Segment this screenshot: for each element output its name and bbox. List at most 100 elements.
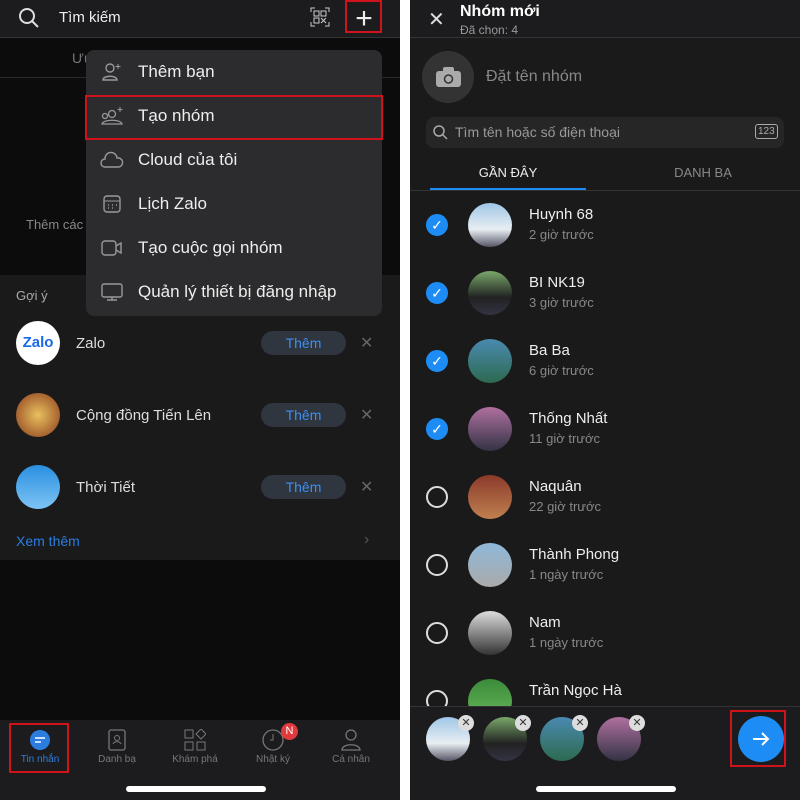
- section-title: Gợi ý: [16, 288, 48, 303]
- nav-discover[interactable]: Khám phá: [155, 726, 235, 765]
- avatar: [468, 203, 512, 247]
- contact-row[interactable]: Thành Phong 1 ngày trước: [410, 531, 800, 599]
- notification-badge: N: [281, 723, 298, 740]
- contact-row[interactable]: ✓ Thống Nhất 11 giờ trước: [410, 395, 800, 463]
- remove-icon[interactable]: ✕: [515, 715, 531, 731]
- nav-profile[interactable]: Cá nhân: [311, 726, 391, 765]
- suggestion-name: Zalo: [76, 334, 106, 352]
- avatar: [468, 339, 512, 383]
- suggestions-section: Gợi ý Zalo Zalo Thêm ✕ Cộng đồng Tiến Lê…: [0, 275, 400, 560]
- menu-item-cloud[interactable]: Cloud của tôi: [86, 138, 382, 182]
- contact-name: Nam: [529, 614, 561, 631]
- add-button[interactable]: Thêm: [261, 331, 346, 355]
- suggestion-item[interactable]: Zalo Zalo Thêm ✕: [0, 313, 400, 373]
- avatar: [468, 679, 512, 706]
- add-friend-icon: [86, 62, 138, 82]
- discover-icon: [184, 729, 206, 751]
- close-icon[interactable]: ✕: [428, 7, 445, 32]
- search-icon[interactable]: [18, 7, 40, 29]
- menu-item-add-friend[interactable]: Thêm bạn: [86, 50, 382, 94]
- highlight-box: [9, 723, 69, 773]
- suggestion-item[interactable]: Cộng đồng Tiến Lên Thêm ✕: [0, 385, 400, 445]
- checkbox[interactable]: [426, 690, 448, 706]
- suggestion-item[interactable]: Thời Tiết Thêm ✕: [0, 457, 400, 517]
- remove-icon[interactable]: ✕: [572, 715, 588, 731]
- add-menu: Thêm bạn Tạo nhóm Cloud của tôi Lịch Zal…: [86, 50, 382, 316]
- menu-item-calendar[interactable]: Lịch Zalo: [86, 182, 382, 226]
- selected-count: Đã chọn: 4: [460, 23, 519, 37]
- group-photo-button[interactable]: [422, 51, 474, 103]
- search-input[interactable]: Tìm tên hoặc số điện thoại 123: [426, 117, 784, 148]
- close-icon[interactable]: ✕: [360, 405, 373, 425]
- checkbox[interactable]: ✓: [426, 350, 448, 372]
- checkbox[interactable]: ✓: [426, 282, 448, 304]
- menu-label: Quản lý thiết bị đăng nhập: [138, 282, 337, 301]
- new-group-screen: ✕ Nhóm mới Đã chọn: 4 Đặt tên nhóm Tìm t…: [410, 0, 800, 800]
- contact-row[interactable]: ✓ Huynh 68 2 giờ trước: [410, 191, 800, 259]
- contact-name: BI NK19: [529, 274, 585, 291]
- avatar: [468, 407, 512, 451]
- group-name-input[interactable]: Đặt tên nhóm: [486, 68, 582, 86]
- avatar: [468, 271, 512, 315]
- keypad-toggle[interactable]: 123: [755, 124, 778, 139]
- top-bar: ✕ Nhóm mới Đã chọn: 4: [410, 0, 800, 38]
- close-icon[interactable]: ✕: [360, 333, 373, 353]
- nav-label: Nhật ký: [256, 754, 290, 765]
- contact-time: 6 giờ trước: [529, 363, 594, 378]
- home-indicator: [536, 786, 676, 792]
- add-button[interactable]: Thêm: [261, 475, 346, 499]
- menu-item-group-call[interactable]: Tạo cuộc gọi nhóm: [86, 226, 382, 270]
- checkbox[interactable]: [426, 622, 448, 644]
- contact-row[interactable]: ✓ Ba Ba 6 giờ trước: [410, 327, 800, 395]
- highlight-box: [85, 95, 383, 140]
- contact-row[interactable]: Naquân 22 giờ trước: [410, 463, 800, 531]
- highlight-box: [345, 0, 382, 33]
- tab-contacts[interactable]: DANH BẠ: [625, 165, 781, 180]
- active-tab-indicator: [430, 188, 586, 190]
- remove-icon[interactable]: ✕: [629, 715, 645, 731]
- camera-icon: [436, 67, 461, 87]
- video-call-icon: [86, 239, 138, 257]
- cloud-icon: [86, 151, 138, 169]
- contact-time: 1 ngày trước: [529, 635, 604, 650]
- checkbox[interactable]: [426, 486, 448, 508]
- tab-recent[interactable]: GẦN ĐÂY: [430, 165, 586, 180]
- contact-time: 22 giờ trước: [529, 499, 601, 514]
- nav-contacts[interactable]: Danh bạ: [77, 726, 157, 765]
- monitor-icon: [86, 282, 138, 302]
- contacts-icon: [108, 729, 126, 751]
- checkbox[interactable]: [426, 554, 448, 576]
- contact-list: ✓ Huynh 68 2 giờ trước ✓ BI NK19 3 giờ tr…: [410, 191, 800, 706]
- contact-row[interactable]: ✓ BI NK19 3 giờ trước: [410, 259, 800, 327]
- menu-label: Cloud của tôi: [138, 150, 238, 169]
- avatar: [468, 475, 512, 519]
- see-more-link[interactable]: Xem thêm: [16, 533, 80, 549]
- menu-label: Lịch Zalo: [138, 194, 207, 213]
- zalo-logo: Zalo: [16, 321, 60, 365]
- add-button[interactable]: Thêm: [261, 403, 346, 427]
- contact-time: 2 giờ trước: [529, 227, 594, 242]
- contact-name: Naquân: [529, 478, 582, 495]
- avatar: [16, 465, 60, 509]
- contact-row[interactable]: Trần Ngọc Hà: [410, 667, 800, 706]
- search-icon: [433, 125, 448, 140]
- contact-row[interactable]: Nam 1 ngày trước: [410, 599, 800, 667]
- chevron-right-icon: ›: [364, 531, 370, 548]
- search-placeholder: Tìm tên hoặc số điện thoại: [455, 124, 620, 140]
- home-indicator: [126, 786, 266, 792]
- nav-label: Danh bạ: [98, 754, 136, 765]
- checkbox[interactable]: ✓: [426, 214, 448, 236]
- top-bar: Tìm kiếm +: [0, 0, 400, 38]
- menu-label: Thêm bạn: [138, 62, 215, 81]
- nav-label: Khám phá: [172, 754, 218, 765]
- search-input[interactable]: Tìm kiếm: [59, 9, 121, 26]
- nav-timeline[interactable]: Nhật ký N: [233, 723, 313, 765]
- menu-label: Tạo cuộc gọi nhóm: [138, 238, 283, 257]
- remove-icon[interactable]: ✕: [458, 715, 474, 731]
- checkbox[interactable]: ✓: [426, 418, 448, 440]
- close-icon[interactable]: ✕: [360, 477, 373, 497]
- menu-item-devices[interactable]: Quản lý thiết bị đăng nhập: [86, 270, 382, 314]
- qr-scan-icon[interactable]: [310, 7, 330, 27]
- contact-name: Thống Nhất: [529, 410, 608, 427]
- contact-time: 1 ngày trước: [529, 567, 604, 582]
